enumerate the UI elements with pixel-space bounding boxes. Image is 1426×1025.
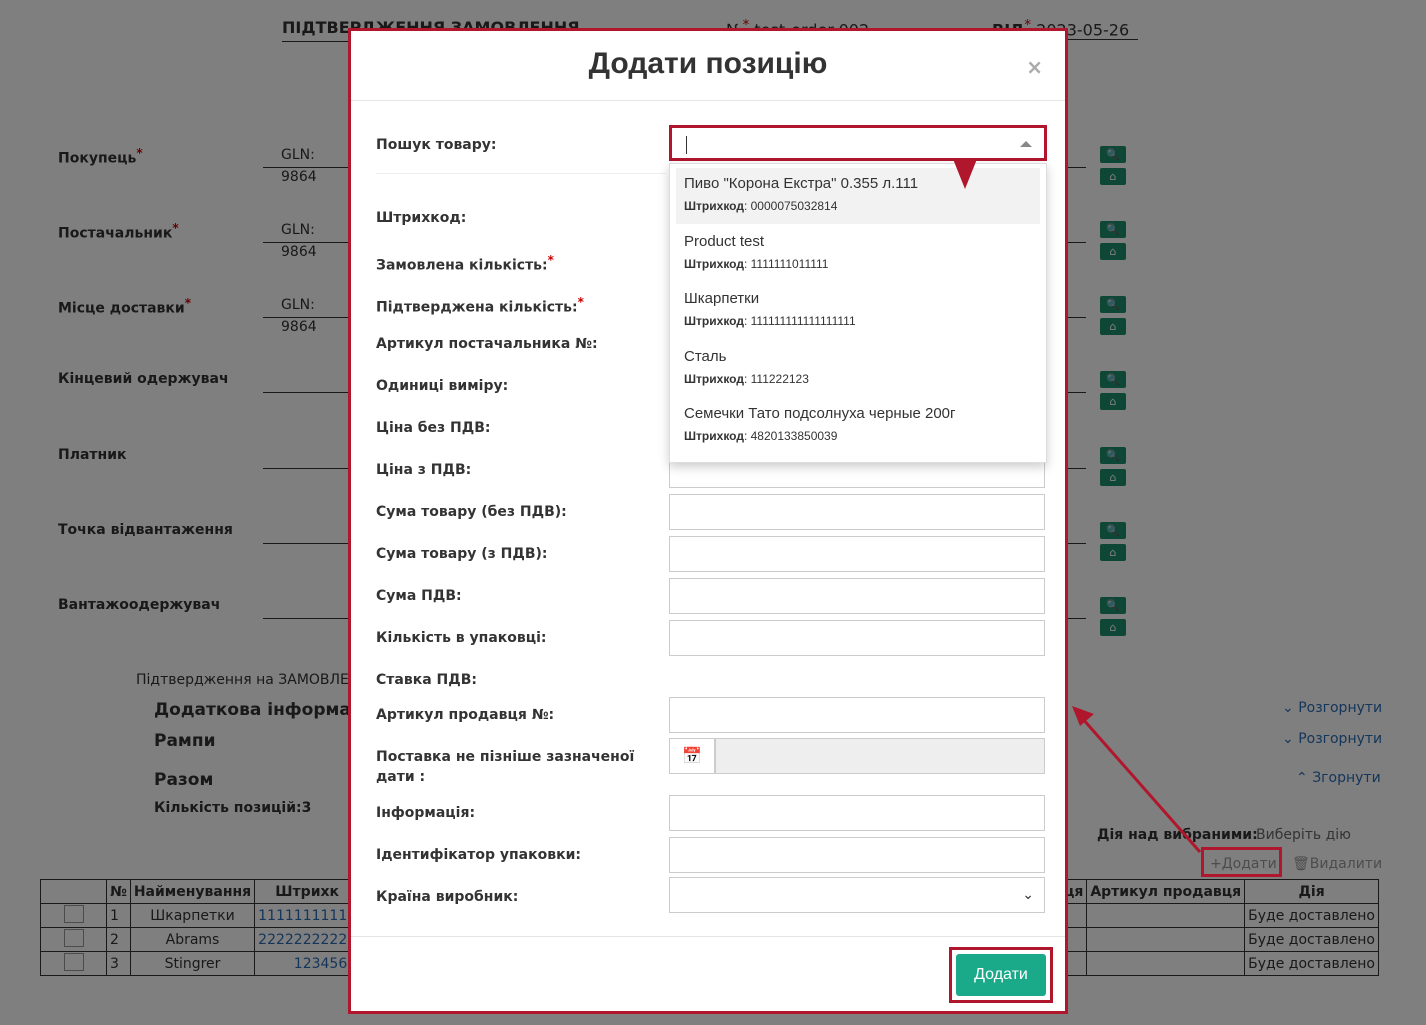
field-label-text: Країна виробник: — [376, 889, 519, 905]
product-search-input[interactable] — [669, 125, 1047, 161]
field-label-text: Сума ПДВ: — [376, 588, 462, 604]
field-label-text: Ставка ПДВ: — [376, 672, 477, 688]
field-label: Інформація: — [376, 803, 636, 823]
field-input[interactable] — [669, 837, 1045, 873]
search-label: Пошук товару: — [376, 137, 497, 153]
field-label: Артикул постачальника №: — [376, 334, 636, 354]
field-label: Ціна без ПДВ: — [376, 418, 636, 438]
barcode-value: 111222123 — [750, 371, 809, 386]
option-barcode: Штрихкод: 111222123 — [684, 371, 809, 386]
field-label-text: Артикул постачальника №: — [376, 336, 598, 352]
required-marker: * — [577, 295, 584, 309]
dropdown-option[interactable]: Семечки Тато подсолнуха черные 200г Штрих… — [676, 398, 1040, 454]
dropdown-option[interactable]: Шкарпетки Штрихкод: 111111111111111111 — [676, 283, 1040, 339]
option-name: Шкарпетки — [684, 290, 760, 307]
barcode-value: 1111111011111 — [750, 256, 829, 271]
field-input[interactable] — [669, 620, 1045, 656]
field-label: Кількість в упаковці: — [376, 628, 636, 648]
calendar-icon[interactable]: 📅 — [669, 738, 715, 774]
barcode-prefix: Штрихкод — [684, 314, 744, 328]
field-label-text: Сума товару (без ПДВ): — [376, 504, 567, 520]
field-label: Одиниці виміру: — [376, 376, 636, 396]
field-input[interactable] — [669, 697, 1045, 733]
barcode-prefix: Штрихкод — [684, 256, 744, 271]
submit-add-button[interactable]: Додати — [956, 954, 1046, 996]
search-underline — [376, 173, 666, 174]
field-label-text: Ціна з ПДВ: — [376, 462, 472, 478]
barcode-prefix: Штрихкод — [684, 429, 744, 443]
field-label-text: Артикул продавця №: — [376, 707, 555, 723]
chevron-down-icon: ⌄ — [1022, 887, 1034, 903]
field-label: Сума товару (з ПДВ): — [376, 544, 636, 564]
option-barcode: Штрихкод: 111111111111111111 — [684, 314, 856, 328]
field-label: Штрихкод: — [376, 208, 636, 228]
option-barcode: Штрихкод: 0000075032814 — [684, 199, 838, 213]
field-label: Ставка ПДВ: — [376, 670, 636, 690]
barcode-prefix: Штрихкод — [684, 199, 744, 213]
option-barcode: Штрихкод: 1111111011111 — [684, 256, 829, 271]
delivery-date-input[interactable] — [715, 738, 1045, 774]
field-label-text: Ідентифікатор упаковки: — [376, 847, 582, 863]
barcode-prefix: Штрихкод — [684, 371, 744, 386]
add-link-highlight — [1201, 847, 1282, 877]
dropdown-arrow-icon[interactable] — [1020, 141, 1032, 147]
barcode-value: 111111111111111111 — [750, 314, 856, 328]
field-input[interactable] — [669, 795, 1045, 831]
add-position-modal: Додати позицію × Пошук товару: Штрихкод:… — [348, 28, 1068, 1014]
barcode-value: 0000075032814 — [750, 199, 838, 213]
option-name: Пиво "Корона Екстра" 0.355 л.111 — [684, 175, 919, 192]
field-input[interactable] — [669, 494, 1045, 530]
field-label-text: Поставка не пізніше зазначеної дати : — [376, 749, 635, 785]
field-label-text: Сума товару (з ПДВ): — [376, 546, 548, 562]
field-input[interactable] — [669, 536, 1045, 572]
field-label: Сума товару (без ПДВ): — [376, 502, 636, 522]
product-search-dropdown: Пиво "Корона Екстра" 0.355 л.111 Штрихкод… — [669, 163, 1047, 463]
field-label-text: Кількість в упаковці: — [376, 630, 547, 646]
field-label: Поставка не пізніше зазначеної дати : — [376, 747, 636, 787]
modal-footer-divider — [351, 936, 1065, 937]
dropdown-option[interactable]: Сталь Штрихкод: 111222123 — [676, 341, 1040, 397]
submit-highlight: Додати — [949, 947, 1053, 1003]
barcode-value: 4820133850039 — [750, 429, 838, 443]
field-label-text: Штрихкод: — [376, 210, 467, 226]
field-label-text: Інформація: — [376, 805, 476, 821]
field-label: Підтверджена кількість:* — [376, 292, 636, 318]
field-label: Ідентифікатор упаковки: — [376, 845, 636, 865]
option-name: Сталь — [684, 347, 727, 365]
field-label-text: Підтверджена кількість: — [376, 299, 578, 316]
modal-header-divider — [351, 100, 1065, 101]
field-label: Артикул продавця №: — [376, 705, 636, 725]
option-barcode: Штрихкод: 4820133850039 — [684, 429, 838, 443]
field-input[interactable] — [669, 578, 1045, 614]
field-label: Країна виробник: — [376, 887, 636, 907]
dropdown-option[interactable]: Product test Штрихкод: 1111111011111 — [676, 226, 1040, 282]
country-select[interactable]: ⌄ — [669, 877, 1045, 913]
dropdown-option[interactable]: Пиво "Корона Екстра" 0.355 л.111 Штрихкод… — [676, 168, 1040, 224]
field-label-text: Замовлена кількість: — [376, 257, 548, 274]
field-label-text: Ціна без ПДВ: — [376, 420, 491, 436]
text-caret — [686, 136, 687, 154]
field-label: Сума ПДВ: — [376, 586, 636, 606]
annotation-pointer — [953, 159, 977, 189]
field-label: Замовлена кількість:* — [376, 250, 636, 276]
field-label: Ціна з ПДВ: — [376, 460, 636, 480]
option-name: Product test — [684, 232, 765, 250]
option-name: Семечки Тато подсолнуха черные 200г — [684, 405, 956, 422]
close-icon[interactable]: × — [1026, 55, 1043, 79]
field-label-text: Одиниці виміру: — [376, 378, 509, 394]
required-marker: * — [547, 253, 554, 267]
modal-title: Додати позицію — [588, 47, 828, 80]
